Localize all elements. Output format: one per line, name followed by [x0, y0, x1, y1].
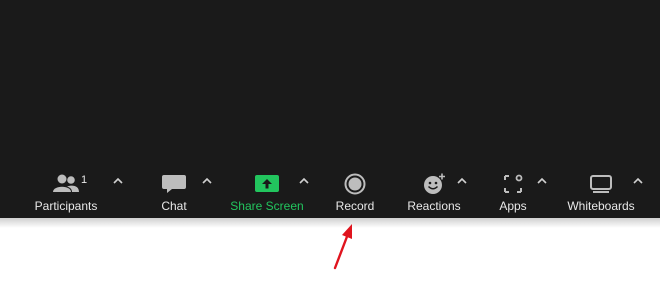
meeting-toolbar: 1 Participants Chat Share Screen Record …: [0, 168, 660, 218]
participants-icon: [53, 174, 79, 192]
chat-caret-icon[interactable]: [200, 174, 214, 188]
participants-caret-icon[interactable]: [111, 174, 125, 188]
whiteboards-icon: [590, 175, 612, 193]
apps-label: Apps: [499, 199, 527, 213]
apps-caret-icon[interactable]: [535, 174, 549, 188]
participants-button[interactable]: 1 Participants: [16, 168, 116, 218]
annotation-arrow-icon: [333, 224, 352, 270]
participants-label: Participants: [34, 199, 98, 213]
video-area: [0, 0, 660, 168]
meeting-window: 1 Participants Chat Share Screen Record …: [0, 0, 660, 307]
reactions-icon: [424, 173, 445, 194]
apps-icon: [504, 174, 523, 193]
record-icon: [344, 173, 366, 195]
whiteboards-caret-icon[interactable]: [631, 174, 645, 188]
chat-label: Chat: [161, 199, 187, 213]
participants-count: 1: [81, 174, 88, 186]
share-screen-label: Share Screen: [230, 199, 304, 213]
whiteboards-label: Whiteboards: [567, 199, 635, 213]
chat-icon: [162, 175, 186, 193]
share-screen-icon: [255, 175, 279, 192]
